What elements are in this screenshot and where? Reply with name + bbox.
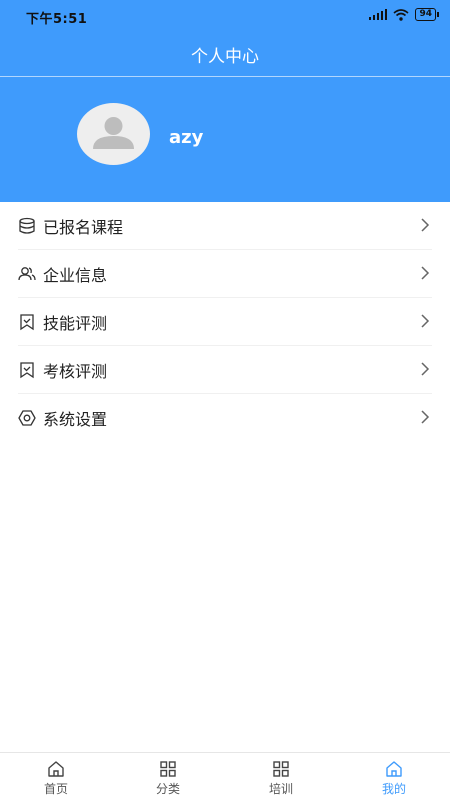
menu-item-label: 技能评测 [43,314,108,333]
menu-item-label: 企业信息 [43,266,108,285]
status-time: 下午5:51 [26,12,88,27]
signal-icon [369,9,388,20]
tab-home[interactable]: 首页 [0,753,112,801]
tab-label: 我的 [381,782,406,796]
tab-label: 培训 [268,782,293,796]
grid-icon [273,761,289,777]
bookmark-icon [20,362,34,379]
users-icon [18,267,36,281]
home-icon [48,761,64,777]
status-icons: 94 [369,8,439,21]
menu-item-settings[interactable]: 系统设置 [18,394,432,441]
menu-item-exam-assessment[interactable]: 考核评测 [18,346,432,394]
menu-item-label: 系统设置 [43,410,108,429]
menu-item-enrolled-courses[interactable]: 已报名课程 [18,202,432,250]
tab-category[interactable]: 分类 [112,753,224,801]
page-title: 个人中心 [191,47,259,67]
tab-label: 首页 [43,782,68,796]
chevron-right-icon [421,314,430,328]
menu-item-skill-assessment[interactable]: 技能评测 [18,298,432,346]
app-header: 个人中心 [0,32,450,77]
wifi-icon [393,8,409,21]
chevron-right-icon [421,218,430,232]
bookmark-icon [20,314,34,331]
menu-item-company-info[interactable]: 企业信息 [18,250,432,298]
bottom-tab-bar: 首页 分类 培训 我的 [0,752,450,801]
menu-item-label: 已报名课程 [43,218,124,237]
gear-icon [18,410,36,426]
person-icon [93,117,134,149]
chevron-right-icon [421,362,430,376]
chevron-right-icon [421,266,430,280]
tab-training[interactable]: 培训 [225,753,337,801]
battery-indicator: 94 [415,8,439,21]
database-icon [19,217,35,234]
tab-mine[interactable]: 我的 [338,753,450,801]
status-bar: 下午5:51 94 [0,0,450,32]
tab-label: 分类 [155,782,180,796]
home-icon [386,761,402,777]
username: azy [169,127,204,148]
grid-icon [160,761,176,777]
profile-banner: azy [0,77,450,202]
avatar[interactable] [77,103,150,165]
profile-menu: 已报名课程 企业信息 技能评测 考核评测 系统设置 [0,202,450,441]
chevron-right-icon [421,410,430,424]
menu-item-label: 考核评测 [43,362,108,381]
